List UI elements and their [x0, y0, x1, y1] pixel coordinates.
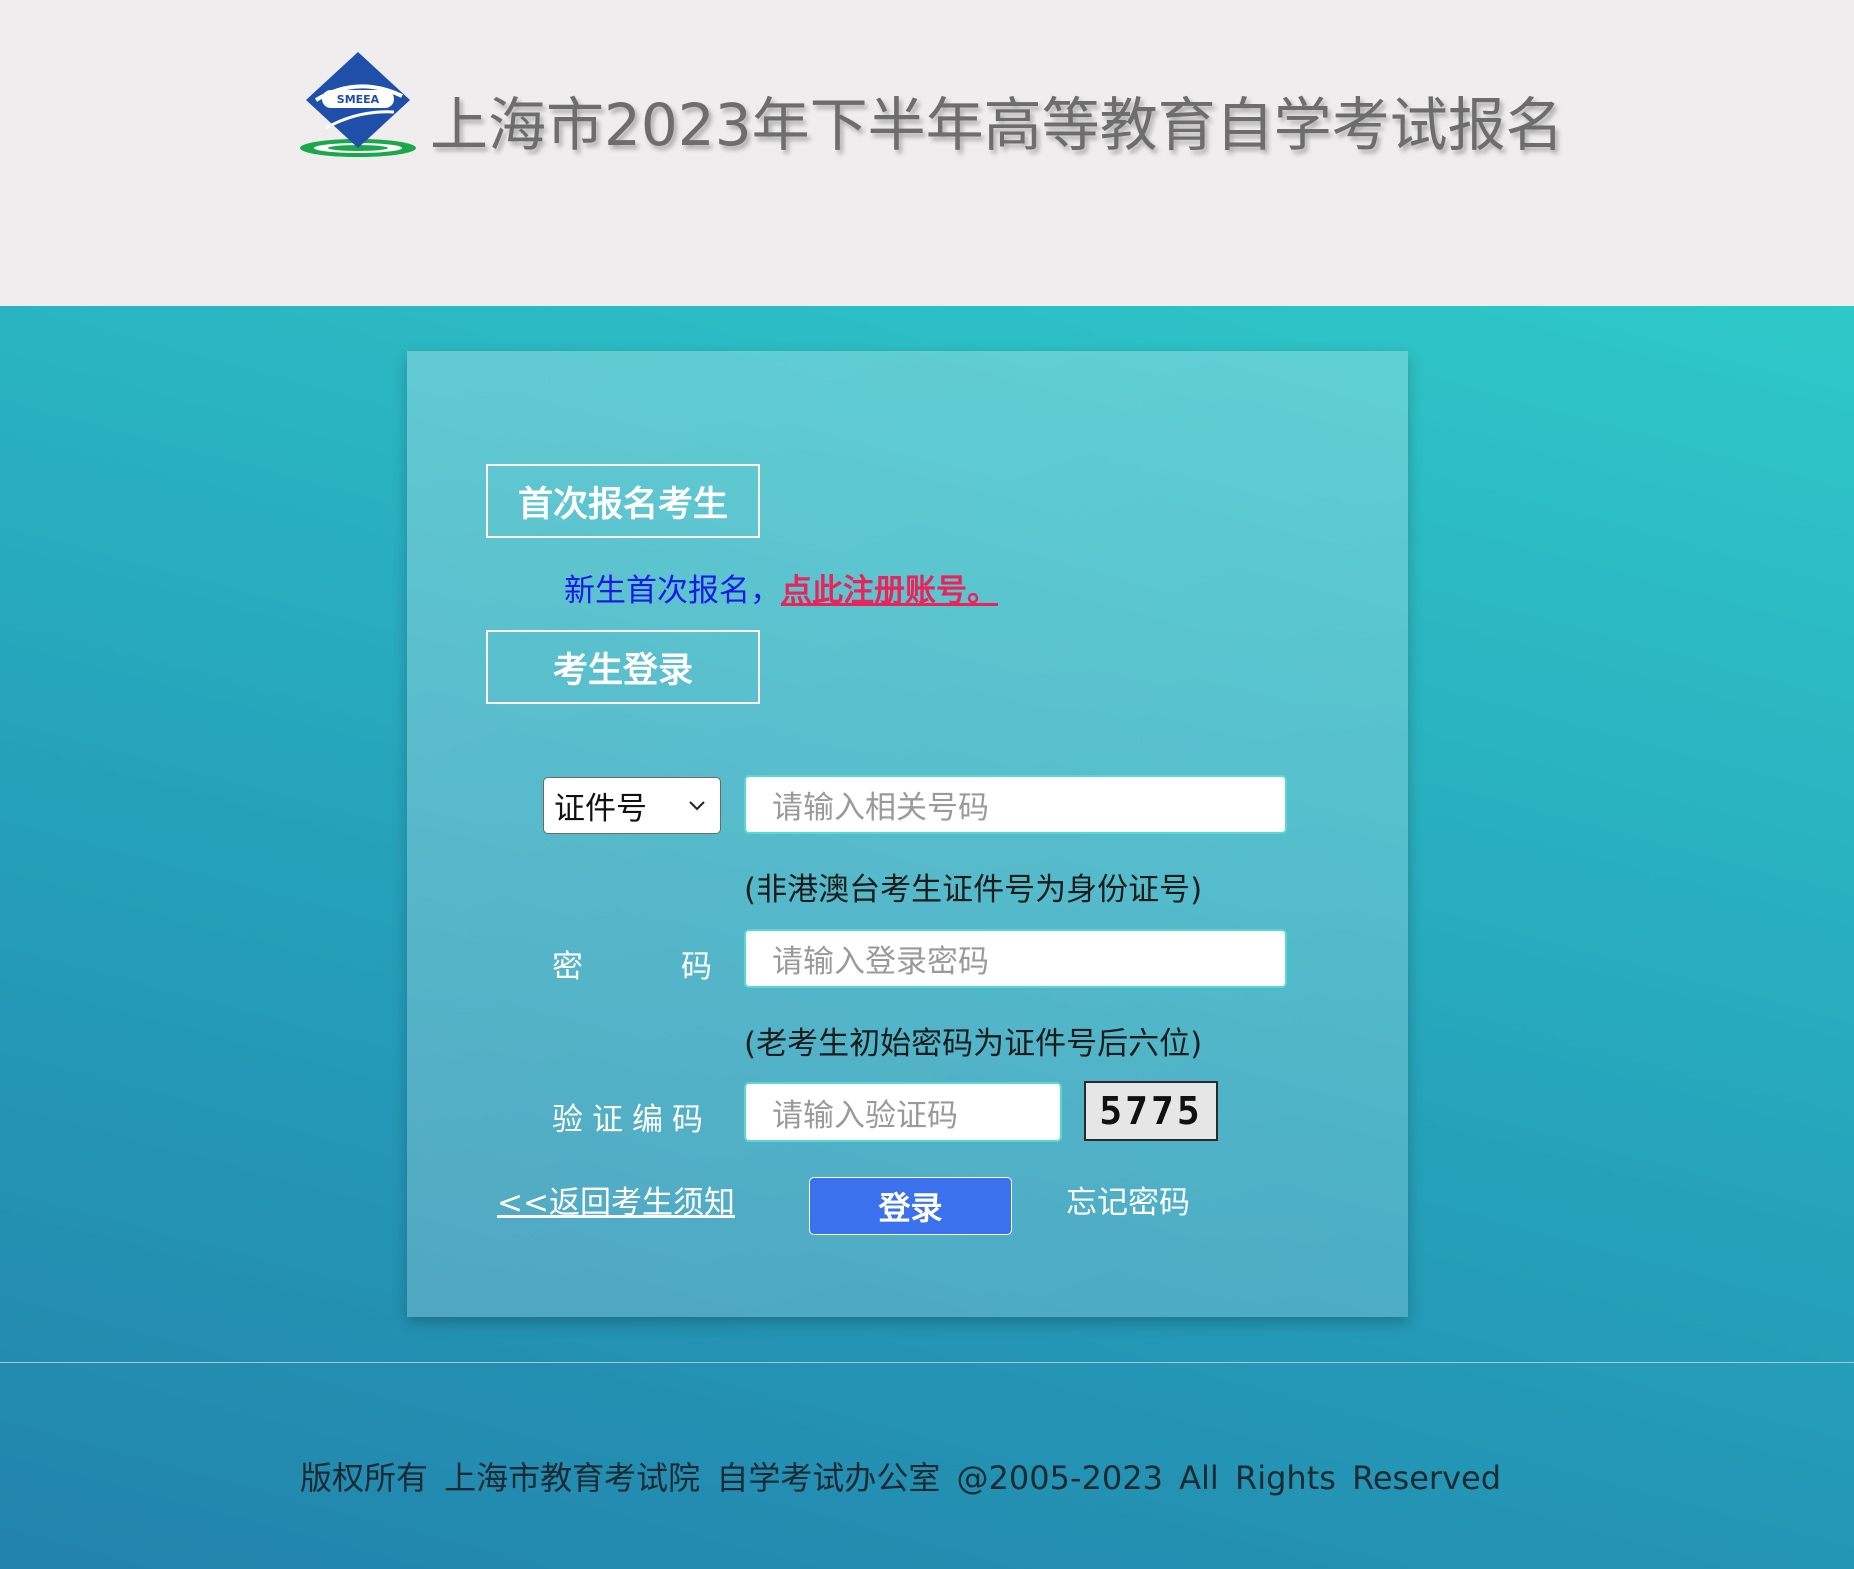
logo-text: SMEEA	[337, 93, 380, 106]
page-header: SMEEA 上海市2023年下半年高等教育自学考试报名	[0, 0, 1854, 306]
footer-copyright: 版权所有 上海市教育考试院 自学考试办公室 @2005-2023 All Rig…	[300, 1459, 1502, 1497]
captcha-image[interactable]: 5775	[1084, 1081, 1218, 1141]
register-link[interactable]: 点此注册账号。	[781, 573, 998, 609]
login-panel: 首次报名考生 新生首次报名，点此注册账号。 考生登录 证件号 请输入相关号码 (…	[407, 351, 1408, 1317]
id-number-placeholder: 请输入相关号码	[772, 790, 989, 826]
back-to-notice-link[interactable]: <<返回考生须知	[497, 1177, 735, 1222]
id-hint: (非港澳台考生证件号为身份证号)	[744, 872, 1203, 908]
captcha-label: 验证编码	[552, 1102, 712, 1138]
password-label-char-b: 码	[681, 949, 712, 985]
login-button[interactable]: 登录	[809, 1177, 1012, 1235]
page-title: 上海市2023年下半年高等教育自学考试报名	[430, 91, 1564, 159]
first-time-section-title: 首次报名考生	[486, 464, 760, 538]
password-placeholder: 请输入登录密码	[772, 944, 989, 980]
register-prompt-line: 新生首次报名，点此注册账号。	[564, 565, 998, 610]
password-input[interactable]: 请输入登录密码	[744, 929, 1287, 988]
footer-divider	[0, 1362, 1854, 1363]
id-number-input[interactable]: 请输入相关号码	[744, 775, 1287, 834]
password-label: 密 码	[552, 941, 712, 986]
smeea-logo-icon: SMEEA	[300, 52, 416, 157]
register-prompt: 新生首次报名，	[564, 573, 781, 609]
main-area: 首次报名考生 新生首次报名，点此注册账号。 考生登录 证件号 请输入相关号码 (…	[0, 306, 1854, 1569]
captcha-placeholder: 请输入验证码	[772, 1097, 958, 1134]
password-label-char-a: 密	[552, 949, 583, 985]
id-type-selected: 证件号	[554, 791, 647, 827]
id-type-select[interactable]: 证件号	[543, 777, 721, 834]
password-hint: (老考生初始密码为证件号后六位)	[744, 1026, 1203, 1062]
forgot-password-link[interactable]: 忘记密码	[1066, 1177, 1190, 1222]
login-section-title: 考生登录	[486, 630, 760, 704]
chevron-down-icon	[689, 801, 705, 811]
captcha-input[interactable]: 请输入验证码	[744, 1082, 1062, 1142]
